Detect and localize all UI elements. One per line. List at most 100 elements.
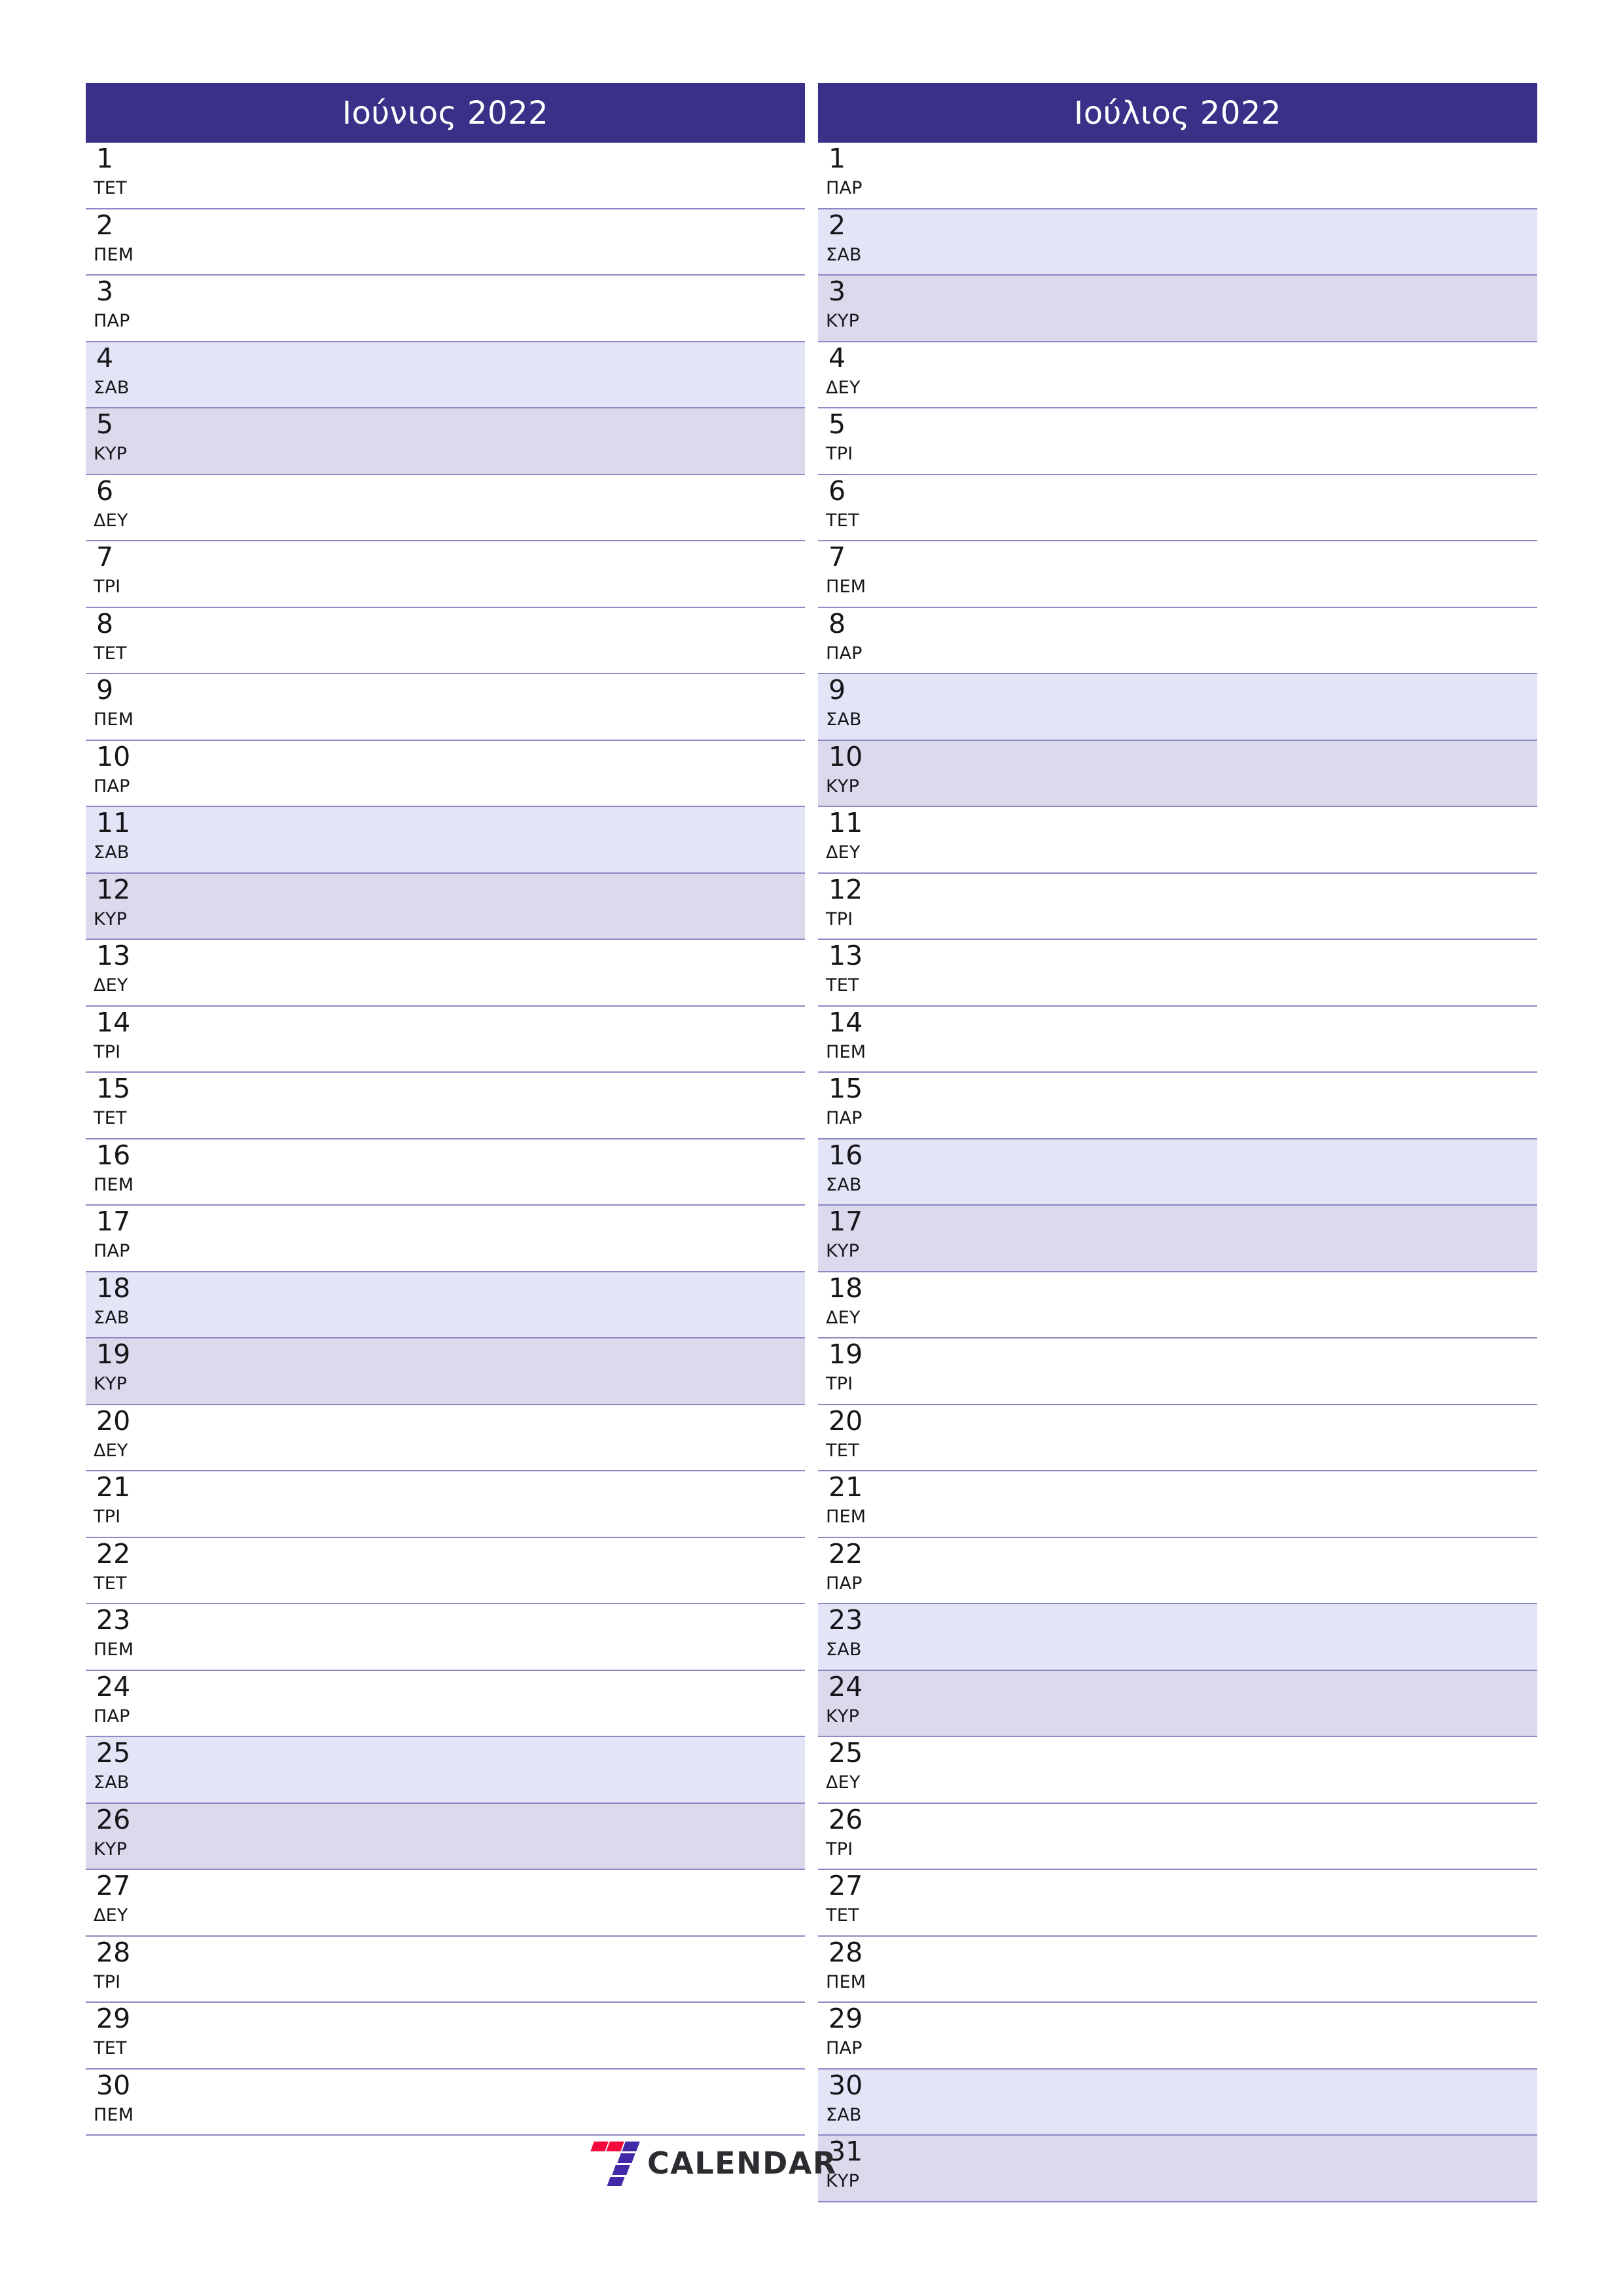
day-number: 23 xyxy=(96,1604,131,1636)
day-weekday-label: ΤΡΙ xyxy=(94,1971,121,1992)
day-number: 29 xyxy=(96,2003,131,2034)
day-row[interactable]: 7 ΤΡΙ xyxy=(86,541,805,608)
day-number: 27 xyxy=(829,1870,863,1901)
day-row[interactable]: 3 ΠΑΡ xyxy=(86,276,805,342)
day-row[interactable]: 2 ΠΕΜ xyxy=(86,209,805,276)
day-row[interactable]: 30 ΠΕΜ xyxy=(86,2069,805,2136)
day-row[interactable]: 17 ΚΥΡ xyxy=(818,1206,1537,1272)
day-row[interactable]: 8 ΤΕΤ xyxy=(86,607,805,674)
day-row[interactable]: 19 ΚΥΡ xyxy=(86,1338,805,1405)
day-weekday-label: ΣΑΒ xyxy=(94,1307,130,1328)
day-row[interactable]: 28 ΠΕΜ xyxy=(818,1936,1537,2003)
day-row[interactable]: 12 ΤΡΙ xyxy=(818,873,1537,940)
day-row[interactable]: 8 ΠΑΡ xyxy=(818,607,1537,674)
month-column-june: Ιούνιος 2022 1 ΤΕΤ 2 ΠΕΜ 3 ΠΑΡ 4 ΣΑΒ 5 ΚΥΡ 6 ΔΕΥ 7 ΤΡ… xyxy=(86,83,805,2136)
day-number: 6 xyxy=(96,475,114,507)
day-weekday-label: ΚΥΡ xyxy=(826,776,860,797)
day-weekday-label: ΠΕΜ xyxy=(94,1640,134,1660)
day-row[interactable]: 17 ΠΑΡ xyxy=(86,1206,805,1272)
day-row[interactable]: 27 ΤΕΤ xyxy=(818,1870,1537,1937)
day-row[interactable]: 21 ΤΡΙ xyxy=(86,1471,805,1538)
day-list-july: 1 ΠΑΡ 2 ΣΑΒ 3 ΚΥΡ 4 ΔΕΥ 5 ΤΡΙ 6 ΤΕΤ 7 ΠΕΜ 8 ΠΑΡ 9 ΣΑΒ 10 ΚΥ… xyxy=(818,143,1537,2202)
day-row[interactable]: 4 ΣΑΒ xyxy=(86,342,805,408)
day-number: 10 xyxy=(96,740,131,772)
day-row[interactable]: 18 ΔΕΥ xyxy=(818,1272,1537,1338)
day-row[interactable]: 26 ΚΥΡ xyxy=(86,1803,805,1870)
seven-logo-icon xyxy=(590,2140,640,2186)
day-number: 22 xyxy=(96,1537,131,1570)
day-row[interactable]: 16 ΠΕΜ xyxy=(86,1139,805,1206)
day-weekday-label: ΠΑΡ xyxy=(94,1241,130,1261)
day-row[interactable]: 20 ΤΕΤ xyxy=(818,1405,1537,1471)
day-row[interactable]: 15 ΤΕΤ xyxy=(86,1073,805,1139)
day-row[interactable]: 21 ΠΕΜ xyxy=(818,1471,1537,1538)
day-row[interactable]: 5 ΤΡΙ xyxy=(818,408,1537,475)
day-row[interactable]: 23 ΠΕΜ xyxy=(86,1604,805,1671)
day-row[interactable]: 25 ΣΑΒ xyxy=(86,1737,805,1804)
month-column-july: Ιούλιος 2022 1 ΠΑΡ 2 ΣΑΒ 3 ΚΥΡ 4 ΔΕΥ 5 ΤΡΙ 6 ΤΕΤ 7 ΠΕ… xyxy=(818,83,1537,2202)
day-row[interactable]: 29 ΠΑΡ xyxy=(818,2003,1537,2070)
day-row[interactable]: 10 ΠΑΡ xyxy=(86,740,805,807)
day-row[interactable]: 19 ΤΡΙ xyxy=(818,1338,1537,1405)
day-row[interactable]: 3 ΚΥΡ xyxy=(818,276,1537,342)
day-row[interactable]: 1 ΠΑΡ xyxy=(818,143,1537,209)
day-row[interactable]: 12 ΚΥΡ xyxy=(86,873,805,940)
day-row[interactable]: 7 ΠΕΜ xyxy=(818,541,1537,608)
day-weekday-label: ΤΡΙ xyxy=(826,1839,853,1859)
day-row[interactable]: 5 ΚΥΡ xyxy=(86,408,805,475)
day-row[interactable]: 26 ΤΡΙ xyxy=(818,1803,1537,1870)
day-number: 12 xyxy=(96,873,131,905)
day-row[interactable]: 4 ΔΕΥ xyxy=(818,342,1537,408)
day-weekday-label: ΚΥΡ xyxy=(826,1241,860,1261)
day-row[interactable]: 9 ΠΕΜ xyxy=(86,674,805,741)
day-row[interactable]: 30 ΣΑΒ xyxy=(818,2069,1537,2136)
day-row[interactable]: 22 ΤΕΤ xyxy=(86,1537,805,1604)
day-row[interactable]: 15 ΠΑΡ xyxy=(818,1073,1537,1139)
day-row[interactable]: 29 ΤΕΤ xyxy=(86,2003,805,2070)
day-weekday-label: ΤΕΤ xyxy=(826,510,859,531)
day-row[interactable]: 14 ΠΕΜ xyxy=(818,1006,1537,1073)
day-row[interactable]: 24 ΠΑΡ xyxy=(86,1670,805,1737)
day-weekday-label: ΠΕΜ xyxy=(826,1971,866,1992)
day-row[interactable]: 13 ΤΕΤ xyxy=(818,940,1537,1007)
day-number: 26 xyxy=(96,1803,131,1835)
day-weekday-label: ΤΕΤ xyxy=(826,1440,859,1461)
day-number: 22 xyxy=(829,1537,863,1570)
day-row[interactable]: 6 ΤΕΤ xyxy=(818,475,1537,541)
day-row[interactable]: 23 ΣΑΒ xyxy=(818,1604,1537,1671)
day-row[interactable]: 9 ΣΑΒ xyxy=(818,674,1537,741)
day-row[interactable]: 28 ΤΡΙ xyxy=(86,1936,805,2003)
day-list-june: 1 ΤΕΤ 2 ΠΕΜ 3 ΠΑΡ 4 ΣΑΒ 5 ΚΥΡ 6 ΔΕΥ 7 ΤΡΙ 8 ΤΕΤ 9 ΠΕΜ 10 ΠΑ… xyxy=(86,143,805,2136)
day-row[interactable]: 11 ΔΕΥ xyxy=(818,807,1537,874)
day-number: 17 xyxy=(96,1206,131,1237)
day-number: 9 xyxy=(96,674,114,706)
day-row[interactable]: 10 ΚΥΡ xyxy=(818,740,1537,807)
day-row[interactable]: 6 ΔΕΥ xyxy=(86,475,805,541)
day-weekday-label: ΠΑΡ xyxy=(826,2038,863,2058)
day-number: 27 xyxy=(96,1870,131,1901)
day-weekday-label: ΤΕΤ xyxy=(94,1573,127,1594)
day-row[interactable]: 14 ΤΡΙ xyxy=(86,1006,805,1073)
day-row[interactable]: 27 ΔΕΥ xyxy=(86,1870,805,1937)
day-row[interactable]: 18 ΣΑΒ xyxy=(86,1272,805,1338)
day-number: 2 xyxy=(96,209,114,241)
day-number: 17 xyxy=(829,1206,863,1237)
day-row[interactable]: 13 ΔΕΥ xyxy=(86,940,805,1007)
day-row[interactable]: 31 ΚΥΡ xyxy=(818,2136,1537,2202)
day-number: 1 xyxy=(96,143,114,174)
day-row[interactable]: 24 ΚΥΡ xyxy=(818,1670,1537,1737)
day-row[interactable]: 11 ΣΑΒ xyxy=(86,807,805,874)
day-row[interactable]: 16 ΣΑΒ xyxy=(818,1139,1537,1206)
day-row[interactable]: 22 ΠΑΡ xyxy=(818,1537,1537,1604)
day-weekday-label: ΠΑΡ xyxy=(94,311,130,331)
day-weekday-label: ΠΑΡ xyxy=(826,178,863,198)
month-title: Ιούλιος 2022 xyxy=(1074,94,1281,132)
day-row[interactable]: 1 ΤΕΤ xyxy=(86,143,805,209)
day-number: 30 xyxy=(829,2069,863,2101)
day-row[interactable]: 20 ΔΕΥ xyxy=(86,1405,805,1471)
day-row[interactable]: 25 ΔΕΥ xyxy=(818,1737,1537,1804)
day-weekday-label: ΠΕΜ xyxy=(94,244,134,265)
day-row[interactable]: 2 ΣΑΒ xyxy=(818,209,1537,276)
day-weekday-label: ΠΑΡ xyxy=(826,643,863,664)
logo-stripe-blue-4 xyxy=(607,2177,625,2186)
